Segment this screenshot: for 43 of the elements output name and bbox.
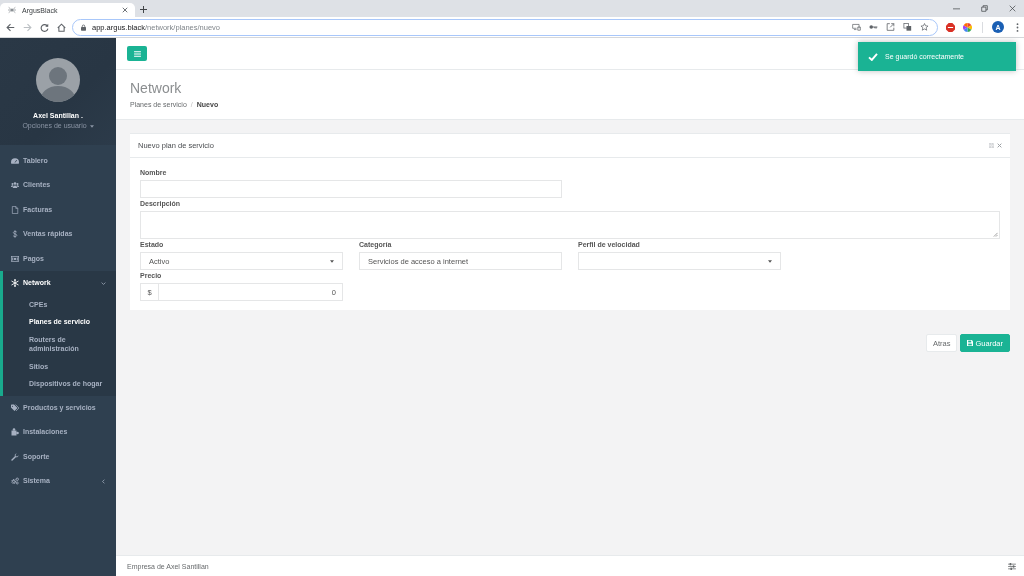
tags-icon [11, 403, 19, 412]
lock-icon [81, 23, 86, 31]
close-icon[interactable] [1009, 5, 1016, 12]
minimize-icon[interactable] [953, 5, 960, 12]
sliders-icon[interactable] [1008, 562, 1016, 570]
wrench-icon [11, 452, 19, 461]
stop-sign-icon[interactable] [946, 22, 955, 32]
spider-icon [8, 6, 16, 14]
check-icon [868, 52, 878, 61]
text-input[interactable] [140, 180, 562, 198]
star-icon[interactable] [920, 23, 929, 31]
translate-icon[interactable] [903, 23, 912, 31]
gauge-icon [11, 156, 19, 165]
caret-icon [768, 259, 772, 263]
select-field[interactable] [578, 252, 781, 270]
caret-icon [89, 124, 94, 128]
avatar-icon [36, 58, 80, 102]
menu-icon [133, 50, 141, 57]
gears-icon [11, 477, 19, 486]
puzzle-piece-icon [11, 428, 19, 437]
dollar-icon [11, 230, 19, 239]
back-arrow-icon[interactable] [6, 22, 15, 32]
page-title: Network [130, 80, 183, 97]
external-link-icon[interactable] [886, 23, 895, 31]
key-icon[interactable] [869, 23, 878, 31]
home-icon[interactable] [57, 22, 66, 32]
users-icon [11, 181, 19, 190]
more-menu-icon[interactable] [1016, 22, 1019, 32]
restore-icon[interactable] [981, 5, 988, 12]
file-icon [11, 205, 19, 214]
color-wheel-icon[interactable] [963, 22, 972, 32]
close-icon[interactable] [122, 7, 128, 13]
plus-icon[interactable] [140, 6, 147, 13]
save-icon [967, 340, 974, 346]
resize-grip-icon[interactable] [993, 232, 998, 237]
textarea-field[interactable] [140, 211, 1000, 239]
menu-button[interactable] [127, 46, 147, 61]
snowflake-icon [11, 279, 19, 288]
caret-icon [330, 259, 334, 263]
reload-icon[interactable] [40, 22, 49, 32]
monitor-icon[interactable] [852, 23, 861, 31]
banknote-icon [11, 254, 19, 263]
close-icon[interactable] [997, 143, 1002, 148]
